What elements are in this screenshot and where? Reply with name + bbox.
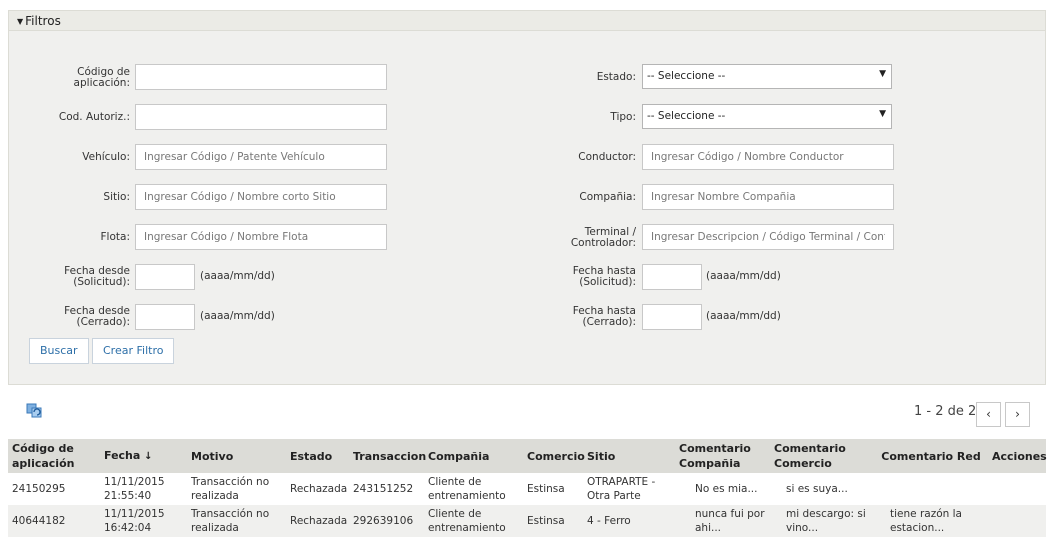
comentario-comercio-link[interactable]: mi descargo: si vino... — [770, 505, 874, 537]
dropdown-arrow-icon: ▼ — [879, 69, 886, 79]
terminal-label: Terminal / Controlador: — [570, 226, 636, 249]
next-page-button[interactable]: › — [1005, 402, 1030, 427]
cell-estado: Rechazada — [286, 505, 349, 537]
cell-sitio: OTRAPARTE - Otra Parte — [587, 476, 656, 502]
compania-input[interactable] — [642, 184, 894, 210]
fecha-desde-cerrado-input[interactable] — [135, 304, 195, 330]
tipo-label: Tipo: — [610, 111, 636, 123]
fecha-desde-solicitud-input[interactable] — [135, 264, 195, 290]
tipo-select[interactable]: -- Seleccione -- ▼ — [642, 104, 892, 129]
conductor-label: Conductor: — [578, 151, 636, 163]
buscar-button[interactable]: Buscar — [29, 338, 89, 364]
date-format-hint: (aaaa/mm/dd) — [706, 270, 781, 282]
fecha-desde-solicitud-label: Fecha desde (Solicitud): — [64, 265, 130, 288]
terminal-input[interactable] — [642, 224, 894, 250]
col-header-comentario-red[interactable]: Comentario Red — [874, 439, 988, 473]
comentario-compania-link[interactable]: No es mia... — [675, 473, 770, 505]
cell-acciones — [988, 505, 1046, 537]
dropdown-arrow-icon: ▼ — [879, 109, 886, 119]
col-header-codigo[interactable]: Código de aplicación — [8, 439, 100, 473]
comentario-red-link[interactable] — [874, 473, 988, 505]
sitio-label: Sitio: — [103, 191, 130, 203]
comentario-red-link[interactable]: tiene razón la estacion... — [874, 505, 988, 537]
estado-selected-value: -- Seleccione -- — [647, 70, 726, 82]
flota-label: Flota: — [100, 231, 130, 243]
cell-comercio: Estinsa — [523, 505, 583, 537]
table-row: 24150295 11/11/2015 21:55:40 Transacción… — [8, 473, 1046, 505]
cell-acciones — [988, 473, 1046, 505]
transaccion-link[interactable]: 292639106 — [349, 505, 424, 537]
tipo-selected-value: -- Seleccione -- — [647, 110, 726, 122]
fecha-hasta-solicitud-label: Fecha hasta (Solicitud): — [572, 265, 636, 288]
col-header-transaccion[interactable]: Transaccion — [349, 439, 426, 473]
cod-autoriz-input[interactable] — [135, 104, 387, 130]
col-header-fecha-label: Fecha — [104, 449, 141, 462]
caret-down-icon: ▼ — [17, 17, 24, 26]
cell-motivo: Transacción no realizada — [187, 505, 286, 537]
pagination-range: 1 - 2 — [914, 404, 944, 419]
compania-label: Compañia: — [579, 191, 636, 203]
col-header-motivo[interactable]: Motivo — [187, 439, 286, 473]
col-header-acciones: Acciones — [988, 439, 1047, 473]
refresh-icon[interactable] — [26, 402, 42, 418]
cell-sitio: 4 - Ferro — [583, 505, 675, 537]
results-table: Código de aplicación Fecha ↓ Motivo Esta… — [8, 439, 1047, 537]
cell-motivo: Transacción no realizada — [191, 476, 270, 502]
col-header-comercio[interactable]: Comercio — [523, 439, 585, 473]
table-row: 40644182 11/11/2015 16:42:04 Transacción… — [8, 505, 1046, 537]
cell-fecha: 11/11/2015 16:42:04 — [100, 505, 187, 537]
estado-select[interactable]: -- Seleccione -- ▼ — [642, 64, 892, 89]
chevron-left-icon: ‹ — [986, 407, 991, 421]
cell-codigo: 24150295 — [12, 483, 66, 495]
codigo-aplicacion-input[interactable] — [135, 64, 387, 90]
date-format-hint: (aaaa/mm/dd) — [200, 270, 275, 282]
cell-compania: Cliente de entrenamiento — [428, 476, 506, 502]
crear-filtro-button[interactable]: Crear Filtro — [92, 338, 175, 364]
fecha-hasta-cerrado-input[interactable] — [642, 304, 702, 330]
filters-toggle[interactable]: ▼ Filtros — [8, 10, 1046, 30]
cell-estado: Rechazada — [290, 483, 348, 495]
fecha-hasta-cerrado-label: Fecha hasta (Cerrado): — [572, 305, 636, 328]
vehiculo-input[interactable] — [135, 144, 387, 170]
col-header-comentario-compania[interactable]: Comentario Compañia — [675, 439, 770, 473]
fecha-hasta-solicitud-input[interactable] — [642, 264, 702, 290]
cell-codigo: 40644182 — [8, 505, 100, 537]
chevron-right-icon: › — [1015, 407, 1020, 421]
cell-fecha: 11/11/2015 21:55:40 — [104, 476, 165, 502]
comentario-comercio-link[interactable]: si es suya... — [770, 473, 874, 505]
date-format-hint: (aaaa/mm/dd) — [706, 310, 781, 322]
vehiculo-label: Vehículo: — [82, 151, 130, 163]
col-header-comentario-comercio[interactable]: Comentario Comercio — [770, 439, 874, 473]
conductor-input[interactable] — [642, 144, 894, 170]
transaccion-link[interactable]: 243151252 — [349, 473, 424, 505]
col-header-compania[interactable]: Compañia — [424, 439, 523, 473]
date-format-hint: (aaaa/mm/dd) — [200, 310, 275, 322]
col-header-sitio[interactable]: Sitio — [583, 439, 675, 473]
cod-autoriz-label: Cod. Autoriz.: — [58, 111, 130, 123]
flota-input[interactable] — [135, 224, 387, 250]
fecha-desde-cerrado-label: Fecha desde (Cerrado): — [64, 305, 130, 328]
sort-desc-icon: ↓ — [144, 451, 153, 462]
codigo-aplicacion-label: Código de aplicación: — [73, 66, 130, 89]
pagination-of: de — [947, 404, 964, 419]
estado-label: Estado: — [596, 71, 636, 83]
col-header-fecha[interactable]: Fecha ↓ — [100, 439, 187, 473]
comentario-compania-link[interactable]: nunca fui por ahi... — [675, 505, 770, 537]
pagination-summary: 1 - 2 de 2 — [914, 404, 976, 419]
cell-compania: Cliente de entrenamiento — [424, 505, 523, 537]
col-header-estado[interactable]: Estado — [286, 439, 349, 473]
cell-comercio: Estinsa — [527, 483, 565, 495]
prev-page-button[interactable]: ‹ — [976, 402, 1001, 427]
filters-title: Filtros — [25, 14, 61, 28]
table-header-row: Código de aplicación Fecha ↓ Motivo Esta… — [8, 439, 1047, 473]
sitio-input[interactable] — [135, 184, 387, 210]
